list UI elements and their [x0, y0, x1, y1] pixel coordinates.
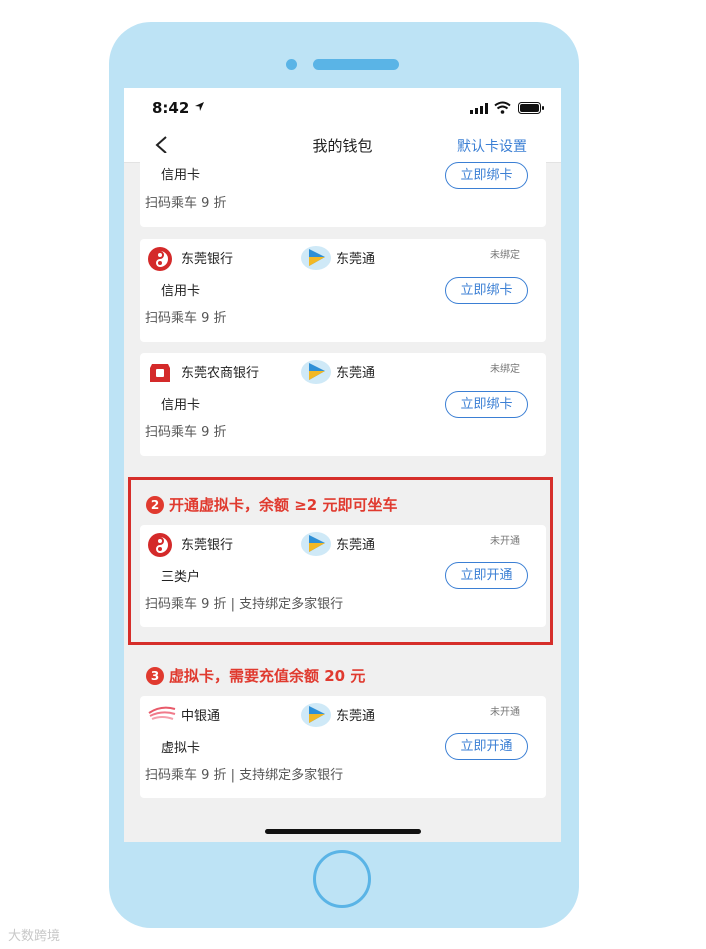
- watermark-text: 大数跨境: [8, 929, 61, 944]
- card-type-label: 信用卡: [161, 284, 201, 299]
- camera-dot: [286, 59, 297, 70]
- card-type-label: 虚拟卡: [161, 741, 201, 756]
- activation-status: 未开通: [490, 707, 520, 718]
- card-description: 扫码乘车 9 折: [145, 196, 227, 211]
- transit-name: 东莞通: [336, 366, 376, 381]
- dongguantong-logo-icon: [301, 360, 331, 384]
- location-arrow-icon: [195, 102, 204, 111]
- binding-status: 未绑定: [490, 250, 520, 261]
- section-number-badge: 3: [146, 667, 164, 685]
- section-virtual-card-topup: 3 虚拟卡，需要充值余额 20 元: [146, 665, 365, 686]
- bank-name: 东莞银行: [181, 252, 234, 267]
- home-button[interactable]: [313, 850, 371, 908]
- cellular-signal-icon: [470, 103, 488, 114]
- phone-screen: 8:42 我的钱包 默认卡设置 信用卡 立即绑卡 扫码乘车 9 折 东莞银行 东…: [124, 88, 561, 842]
- bank-name: 中银通: [181, 709, 221, 724]
- section-title-text: 虚拟卡，需要充值余额 20 元: [169, 667, 366, 685]
- dongguan-rural-bank-logo-icon: [150, 364, 170, 382]
- card-description: 扫码乘车 9 折 | 支持绑定多家银行: [145, 768, 344, 783]
- card-type-label: 信用卡: [161, 398, 201, 413]
- binding-status: 未绑定: [490, 364, 520, 375]
- bind-card-button[interactable]: 立即绑卡: [445, 277, 528, 304]
- wifi-icon: [494, 101, 511, 114]
- transit-name: 东莞通: [336, 709, 376, 724]
- status-time: 8:42: [152, 99, 190, 117]
- card-description: 扫码乘车 9 折: [145, 425, 227, 440]
- card-credit-partial: 信用卡 立即绑卡 扫码乘车 9 折: [140, 153, 546, 227]
- dongguan-bank-logo-icon: [148, 247, 172, 271]
- card-description: 扫码乘车 9 折: [145, 311, 227, 326]
- card-type-label: 信用卡: [161, 168, 201, 183]
- dongguantong-logo-icon: [301, 703, 331, 727]
- status-bar: 8:42: [124, 88, 561, 130]
- transit-name: 东莞通: [336, 252, 376, 267]
- zhongyintong-logo-icon: [148, 706, 176, 720]
- bind-card-button[interactable]: 立即绑卡: [445, 162, 528, 189]
- watermark: 大数跨境: [8, 925, 60, 944]
- dongguantong-logo-icon: [301, 246, 331, 270]
- home-indicator[interactable]: [265, 829, 421, 834]
- bank-name: 东莞农商银行: [181, 366, 260, 381]
- bind-card-button[interactable]: 立即绑卡: [445, 391, 528, 418]
- activate-now-button[interactable]: 立即开通: [445, 733, 528, 760]
- card-rural-bank-credit: 东莞农商银行 东莞通 未绑定 信用卡 立即绑卡 扫码乘车 9 折: [140, 353, 546, 456]
- card-dongguan-bank-credit: 东莞银行 东莞通 未绑定 信用卡 立即绑卡 扫码乘车 9 折: [140, 239, 546, 342]
- battery-icon: [518, 102, 544, 114]
- speaker-grille: [313, 59, 399, 70]
- highlight-annotation-box: [128, 477, 553, 645]
- card-zhongyintong-virtual: 中银通 东莞通 未开通 虚拟卡 立即开通 扫码乘车 9 折 | 支持绑定多家银行: [140, 696, 546, 798]
